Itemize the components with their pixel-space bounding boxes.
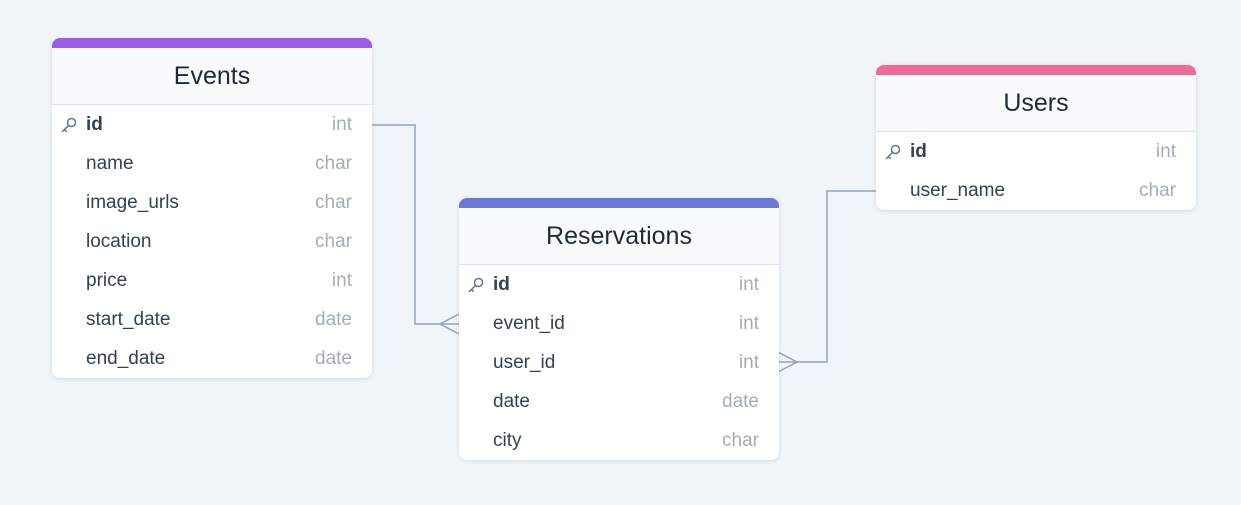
field-type: int (331, 269, 352, 291)
field-type: date (315, 347, 352, 369)
field-name: end_date (86, 347, 166, 369)
table-accent-bar (459, 198, 779, 208)
field-type: char (315, 191, 352, 213)
field-row[interactable]: image_urls char (52, 183, 372, 222)
field-list: id int user_name char (876, 132, 1196, 210)
field-type: date (315, 308, 352, 330)
table-events[interactable]: Events id int name char image_urls char locati… (52, 38, 372, 378)
field-type: char (315, 230, 352, 252)
field-row[interactable]: date date (459, 382, 779, 421)
field-row[interactable]: price int (52, 261, 372, 300)
field-name: id (493, 273, 510, 295)
field-type: char (722, 429, 759, 451)
crowfoot-many-icon (438, 313, 460, 335)
field-type: char (1139, 179, 1176, 201)
field-type: int (738, 273, 759, 295)
table-title[interactable]: Reservations (459, 208, 779, 265)
diagram-canvas: Events id int name char image_urls char locati… (0, 0, 1241, 505)
field-row[interactable]: event_id int (459, 304, 779, 343)
crowfoot-many-icon (777, 351, 799, 373)
field-name: image_urls (86, 191, 179, 213)
field-list: id int name char image_urls char location char p… (52, 105, 372, 378)
key-icon (876, 143, 910, 161)
connector-events-reservations (372, 124, 459, 325)
field-row[interactable]: id int (459, 265, 779, 304)
field-row[interactable]: user_id int (459, 343, 779, 382)
field-name: event_id (493, 312, 565, 334)
field-row[interactable]: location char (52, 222, 372, 261)
field-name: user_name (910, 179, 1006, 201)
connector-users-reservations (778, 190, 876, 363)
field-type: int (738, 312, 759, 334)
field-row[interactable]: user_name char (876, 171, 1196, 210)
key-icon (459, 276, 493, 294)
field-name: id (86, 113, 103, 135)
field-type: int (331, 113, 352, 135)
table-users[interactable]: Users id int user_name char (876, 65, 1196, 210)
field-name: location (86, 230, 152, 252)
table-title[interactable]: Events (52, 48, 372, 105)
field-name: city (493, 429, 522, 451)
field-name: price (86, 269, 128, 291)
field-row[interactable]: end_date date (52, 339, 372, 378)
field-name: start_date (86, 308, 171, 330)
field-row[interactable]: start_date date (52, 300, 372, 339)
field-type: int (738, 351, 759, 373)
field-name: name (86, 152, 134, 174)
field-name: date (493, 390, 530, 412)
field-row[interactable]: name char (52, 144, 372, 183)
field-type: char (315, 152, 352, 174)
field-row[interactable]: city char (459, 421, 779, 460)
key-icon (52, 116, 86, 134)
field-name: id (910, 140, 927, 162)
field-row[interactable]: id int (52, 105, 372, 144)
field-type: date (722, 390, 759, 412)
field-row[interactable]: id int (876, 132, 1196, 171)
table-title[interactable]: Users (876, 75, 1196, 132)
field-list: id int event_id int user_id int date date city ch… (459, 265, 779, 460)
table-reservations[interactable]: Reservations id int event_id int user_id int d… (459, 198, 779, 460)
table-accent-bar (52, 38, 372, 48)
field-name: user_id (493, 351, 556, 373)
table-accent-bar (876, 65, 1196, 75)
field-type: int (1155, 140, 1176, 162)
